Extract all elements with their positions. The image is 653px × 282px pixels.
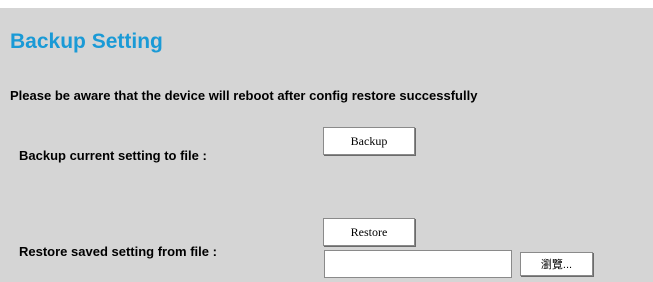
- backup-button[interactable]: Backup: [323, 127, 415, 155]
- restore-file-input[interactable]: [324, 250, 512, 278]
- reboot-notice: Please be aware that the device will reb…: [10, 88, 478, 103]
- backup-label: Backup current setting to file :: [19, 148, 207, 163]
- browse-button[interactable]: 瀏覽...: [520, 252, 593, 276]
- restore-button[interactable]: Restore: [323, 218, 415, 246]
- page-title: Backup Setting: [10, 30, 163, 53]
- restore-label: Restore saved setting from file :: [19, 244, 217, 259]
